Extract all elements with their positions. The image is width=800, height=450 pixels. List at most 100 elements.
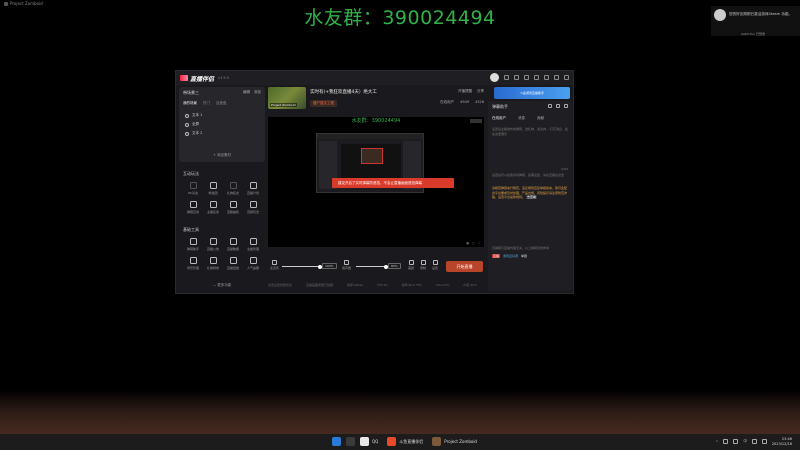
eye-icon[interactable] xyxy=(185,122,189,127)
download-icon xyxy=(189,201,197,208)
status-bitrate: 码率:0Kbps xyxy=(347,283,364,287)
minimize-icon[interactable] xyxy=(544,75,549,80)
tool-chest[interactable]: 宝箱抽奖 xyxy=(223,201,243,214)
notice-icon xyxy=(209,238,217,245)
close-icon[interactable] xyxy=(564,75,569,80)
status-perf[interactable]: 点击设置性能优化 xyxy=(268,283,292,287)
status-fps: FPS:60 xyxy=(377,283,388,287)
more-functions-button[interactable]: — 更多功能 xyxy=(179,283,265,288)
shield-icon xyxy=(209,201,217,208)
settings-icon[interactable] xyxy=(548,104,552,108)
maximize-icon[interactable] xyxy=(554,75,559,80)
stream-cover[interactable]: Project Zomboid xyxy=(268,87,306,109)
online-users-link[interactable]: 在线用户 xyxy=(440,100,454,105)
tab-my-scenes[interactable]: 我的场景 xyxy=(183,101,197,106)
menu-icon[interactable] xyxy=(534,75,539,80)
tab-cloud[interactable]: 百度盘 xyxy=(216,101,227,106)
tool-scene[interactable]: 场景管理 xyxy=(183,257,203,270)
left-panel: 带场景三 编辑 添加 我的场景 热门 百度盘 文本 1 全屏 文本 2 + 添加… xyxy=(179,87,265,292)
remind-button[interactable]: 开播提醒 xyxy=(458,89,472,94)
refresh-icon[interactable] xyxy=(564,104,568,108)
user-avatar[interactable] xyxy=(490,73,499,82)
tool-danmu-assist[interactable]: 弹幕助手 xyxy=(183,238,203,251)
steam-notification-sub: SAPh Fun 已登录 xyxy=(741,32,765,36)
live-badge: 直播 xyxy=(492,254,501,258)
ime-indicator[interactable]: 中 xyxy=(743,439,747,444)
network-icon[interactable] xyxy=(751,439,757,444)
speaker-slider[interactable] xyxy=(356,264,388,269)
eye-icon[interactable] xyxy=(185,131,189,136)
tool-manage[interactable]: 主播管理 xyxy=(243,238,263,251)
tool-danmu[interactable]: 弹幕互动 xyxy=(183,201,203,214)
tool-notice[interactable]: 直播公告 xyxy=(203,238,223,251)
headset-icon[interactable] xyxy=(524,75,529,80)
tab-contribution[interactable]: 贡献 xyxy=(537,116,544,121)
speaker-control[interactable]: 扬声器 xyxy=(342,260,351,270)
zomboid-icon[interactable] xyxy=(432,437,442,446)
fullscreen-icon[interactable]: ⛶ xyxy=(478,241,480,245)
status-ready: 直播画面质量已就绪 xyxy=(306,283,334,287)
tray-app-icon[interactable] xyxy=(733,439,739,444)
basic-section-title: 基础工具 xyxy=(183,227,199,232)
volume-icon[interactable] xyxy=(761,439,767,444)
tool-guess[interactable]: 竞猜玩法 xyxy=(243,201,263,214)
tray-app-icon[interactable] xyxy=(723,439,729,444)
steam-notification[interactable]: 您的好友刚刚已激活游戏Steam 功能。 SAPh Fun 已登录 xyxy=(711,6,800,36)
grid-icon[interactable]: ▦ xyxy=(466,241,469,245)
gift-icon[interactable] xyxy=(514,75,519,80)
tool-gift-chain[interactable]: 礼物接龙 xyxy=(223,182,243,195)
eye-icon[interactable] xyxy=(185,113,189,118)
stream-preview[interactable]: 水友群：390024494 建议开启了实时弹幕防遮挡，不会让直播画面遮挡弹幕 ▦… xyxy=(268,117,484,247)
tool-data[interactable]: 直播数据 xyxy=(223,238,243,251)
record-button[interactable]: 录制 xyxy=(420,260,426,270)
douyu-icon[interactable] xyxy=(387,437,397,446)
stream-actions: 开播提醒 分享 xyxy=(458,89,484,94)
stream-category[interactable]: 僵尸毁灭工程 xyxy=(310,100,337,107)
gift-chain-icon xyxy=(229,182,237,189)
source-item[interactable]: 文本 1 xyxy=(185,113,202,118)
scene-title[interactable]: 带场景三 xyxy=(183,90,199,96)
tool-pk[interactable]: PK对决 xyxy=(183,182,203,195)
tool-effects[interactable]: 礼物特效 xyxy=(203,257,223,270)
clock[interactable]: 23:46 2023/12/16 xyxy=(772,437,792,446)
beauty-button[interactable]: 美颜 xyxy=(408,260,414,270)
tool-replay[interactable]: 直播回放 xyxy=(223,257,243,270)
heat-count: 4949 xyxy=(460,100,470,104)
stream-title[interactable]: 实时有(+我狂欢直播4天）绝大工 xyxy=(310,89,377,95)
speaker-icon xyxy=(344,260,349,265)
preview-toast[interactable]: 建议开启了实时弹幕防遮挡，不会让直播画面遮挡弹幕 xyxy=(332,178,454,188)
mic-slider[interactable] xyxy=(282,264,322,269)
source-item[interactable]: 文本 2 xyxy=(185,131,202,136)
start-live-button[interactable]: 开始直播 xyxy=(446,261,483,272)
mic-control[interactable]: 麦克风 xyxy=(270,260,279,270)
gear-icon xyxy=(432,260,438,265)
message-icon[interactable] xyxy=(504,75,509,80)
taskview-icon[interactable] xyxy=(346,437,355,446)
settings-button[interactable]: 设置 xyxy=(432,260,438,270)
mic-icon xyxy=(272,260,277,265)
qq-icon[interactable] xyxy=(360,437,369,446)
source-item[interactable]: 全屏 xyxy=(185,122,199,127)
tab-hot[interactable]: 热门 xyxy=(203,101,210,106)
tab-messages[interactable]: 消息 xyxy=(518,116,525,121)
popout-icon[interactable] xyxy=(556,104,560,108)
windows-start-icon[interactable] xyxy=(332,437,341,446)
mic-volume: 100% xyxy=(322,263,337,269)
scene-edit-button[interactable]: 编辑 xyxy=(243,90,250,95)
tab-online-users[interactable]: 在线用户 xyxy=(492,116,506,121)
steam-notification-message: 您的好友刚刚已激活游戏Steam 功能。 xyxy=(729,12,793,16)
tool-popularity[interactable]: 人气提醒 xyxy=(243,257,263,270)
footer-user[interactable]: 游戏爱好者 xyxy=(503,254,518,258)
tool-task[interactable]: 主播任务 xyxy=(203,201,223,214)
promo-banner[interactable]: 斗鱼游戏直播助手 xyxy=(494,87,570,99)
report-button[interactable]: 举报 xyxy=(521,254,527,258)
fit-icon[interactable]: ▢ xyxy=(472,241,475,245)
add-source-button[interactable]: + 添加素材 xyxy=(179,153,265,158)
notice-link[interactable]: 去查看 xyxy=(525,195,537,199)
tool-fanclub[interactable]: 粉丝团 xyxy=(203,182,223,195)
replay-icon xyxy=(229,257,237,264)
tray-chevron-icon[interactable]: ^ xyxy=(715,440,718,444)
share-button[interactable]: 分享 xyxy=(477,89,484,94)
tool-live-plan[interactable]: 直播计划 xyxy=(243,182,263,195)
scene-add-button[interactable]: 添加 xyxy=(254,90,261,95)
